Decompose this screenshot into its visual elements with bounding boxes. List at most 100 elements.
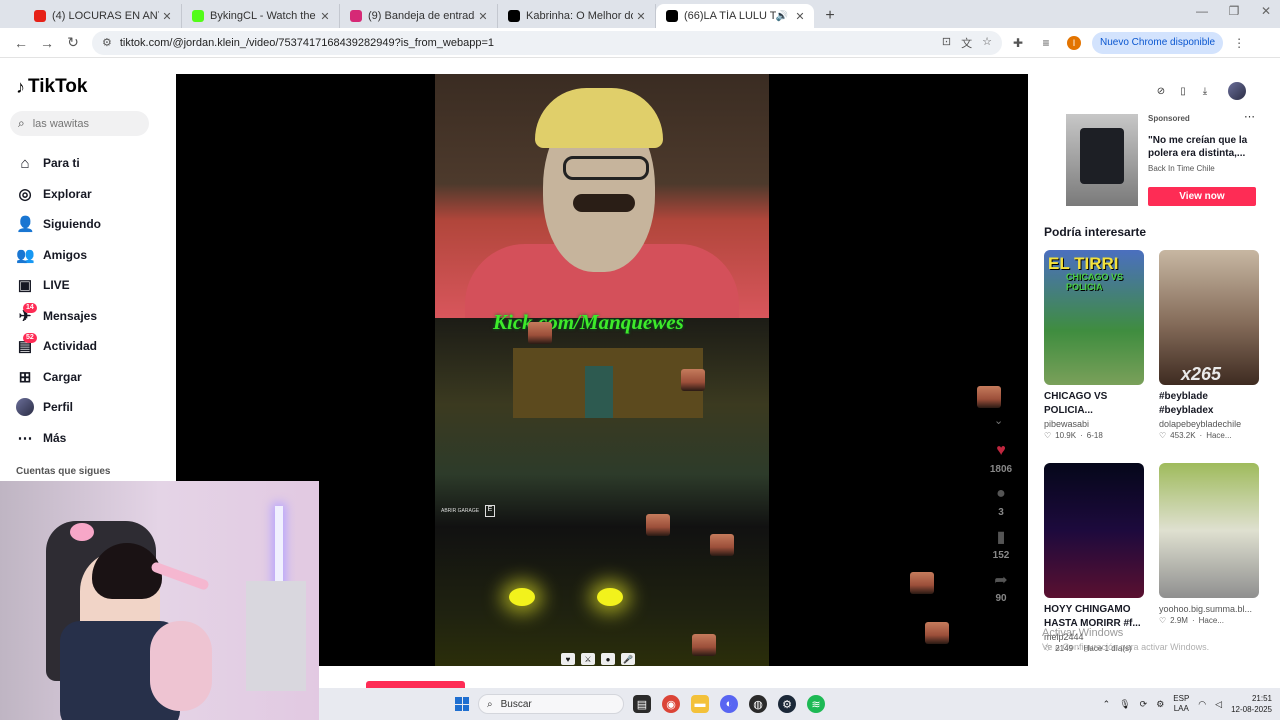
reload-icon[interactable]: ↻: [60, 30, 86, 56]
close-tab-icon[interactable]: ✕: [792, 8, 808, 24]
chrome-update-button[interactable]: Nuevo Chrome disponible: [1092, 31, 1224, 54]
browser-tab[interactable]: (9) Bandeja de entrada • Chats✕: [340, 4, 498, 28]
tab-title: (66)LA TÍA LULU TROLEAND: [684, 10, 776, 22]
obs-icon[interactable]: ◍: [749, 695, 767, 713]
recommended-video[interactable]: EL TIRRI CHICAGO VS POLICIA CHICAGO VS P…: [1044, 250, 1144, 440]
recommended-video[interactable]: x265 #beyblade #beybladex dolapebeyblade…: [1159, 250, 1259, 440]
sidebar-item-más[interactable]: ⋯ Más: [16, 423, 101, 454]
volume-icon[interactable]: ◁: [1215, 699, 1222, 710]
chevron-down-icon[interactable]: ⌄: [994, 414, 1003, 427]
video-thumbnail[interactable]: EL TIRRI CHICAGO VS POLICIA: [1044, 250, 1144, 385]
discord-icon[interactable]: ◐: [720, 695, 738, 713]
windows-start-icon[interactable]: [455, 697, 469, 711]
game-key-hint: E: [485, 505, 495, 517]
steam-icon[interactable]: ⚙: [778, 695, 796, 713]
settings-icon[interactable]: ⚙: [1156, 699, 1164, 710]
sidebar-item-actividad[interactable]: ▤ 52 Actividad: [16, 331, 101, 362]
sponsored-ad[interactable]: Sponsored ⋯ "No me creían que la polera …: [1044, 110, 1258, 210]
sidebar-item-label: Explorar: [43, 186, 92, 201]
video-thumbnail[interactable]: [1044, 463, 1144, 598]
minimize-icon[interactable]: —: [1188, 4, 1216, 18]
tiktok-note-icon: ♪: [16, 76, 25, 97]
sidebar-item-explorar[interactable]: ◎ Explorar: [16, 179, 101, 210]
recommended-video[interactable]: yoohoo.big.summa.bl... ♡ 2.9M · Hace...: [1159, 463, 1259, 625]
user-avatar[interactable]: [1228, 82, 1246, 100]
sidebar-item-live[interactable]: ▣ LIVE: [16, 270, 101, 301]
speaker-icon[interactable]: 🔊: [776, 11, 788, 22]
heart-icon: ♡: [1159, 431, 1167, 440]
browser-tab[interactable]: (66)LA TÍA LULU TROLEAND🔊 ✕: [656, 4, 814, 28]
sidebar-item-label: Amigos: [43, 247, 88, 262]
close-tab-icon[interactable]: ✕: [159, 8, 175, 24]
sidebar-item-cargar[interactable]: ⊞ Cargar: [16, 362, 101, 393]
video-frame: ABRIR GARAGE E Kick.com/Manquewes ♥ ⚔ ● 🎤: [435, 74, 769, 666]
extensions-icon[interactable]: ✚: [1006, 31, 1030, 55]
profile-button[interactable]: I: [1062, 31, 1086, 55]
search-input[interactable]: [32, 117, 133, 130]
site-settings-icon[interactable]: ⚙: [102, 36, 112, 49]
ad-brand: Back In Time Chile: [1148, 164, 1215, 173]
close-tab-icon[interactable]: ✕: [633, 8, 649, 24]
download-icon[interactable]: ⤓: [1196, 83, 1214, 99]
post-date: 6-18: [1086, 431, 1103, 440]
chrome-icon[interactable]: ◉: [662, 695, 680, 713]
sidebar-item-perfil[interactable]: Perfil: [16, 392, 101, 423]
language-indicator[interactable]: ESP LAA: [1173, 694, 1189, 714]
coin-icon[interactable]: ⊘: [1152, 83, 1170, 99]
clock[interactable]: 21:51 12-08-2025: [1231, 693, 1272, 715]
sidebar-item-amigos[interactable]: 👥 Amigos: [16, 240, 101, 271]
video-thumbnail[interactable]: x265: [1159, 250, 1259, 385]
more-icon: ⋯: [17, 429, 33, 447]
install-app-icon[interactable]: ⊡: [942, 35, 951, 51]
video-author: dolapebeybladechile: [1159, 419, 1242, 429]
url-text: tiktok.com/@jordan.klein_/video/75374171…: [119, 36, 494, 49]
pink-button[interactable]: [366, 681, 465, 688]
emote: [646, 514, 670, 536]
close-tab-icon[interactable]: ✕: [475, 8, 491, 24]
sidebar-item-label: Perfil: [43, 400, 74, 415]
device-icon[interactable]: ▯: [1174, 83, 1192, 99]
tiktok-logo[interactable]: ♪ TikTok: [16, 76, 87, 98]
tiktok-icon: [666, 10, 678, 22]
sidebar-item-mensajes[interactable]: ✈ 14 Mensajes: [16, 301, 101, 332]
spotify-icon[interactable]: ≋: [807, 695, 825, 713]
refresh-sync-icon[interactable]: ⟳: [1140, 699, 1148, 710]
search-box[interactable]: ⌕: [10, 111, 149, 136]
close-window-icon[interactable]: ✕: [1252, 4, 1280, 18]
bookmark-star-icon[interactable]: ☆: [982, 35, 992, 51]
forward-icon[interactable]: →: [34, 30, 60, 56]
address-bar[interactable]: ⚙ tiktok.com/@jordan.klein_/video/753741…: [92, 30, 1002, 55]
video-title: CHICAGO VS POLICIA...: [1044, 391, 1108, 416]
chevron-up-icon[interactable]: ⌃: [1103, 699, 1111, 710]
translate-icon[interactable]: 文: [961, 35, 972, 51]
sidebar-item-siguiendo[interactable]: 👤 Siguiendo: [16, 209, 101, 240]
recommended-video[interactable]: HOYY CHINGAMO HASTA MORIRR #f... melp244…: [1044, 463, 1144, 653]
share-arrow-icon[interactable]: ➦: [990, 569, 1012, 591]
new-tab-button[interactable]: +: [818, 4, 842, 28]
view-count: 453.2K: [1170, 431, 1196, 440]
reading-list-icon[interactable]: ≡: [1034, 31, 1058, 55]
wifi-icon[interactable]: ◠: [1198, 699, 1206, 710]
browser-tab[interactable]: (4) LOCURAS EN ANTOFA 2✕: [24, 4, 182, 28]
ad-thumbnail[interactable]: [1066, 114, 1138, 206]
browser-tab[interactable]: BykingCL - Watch the VOD on✕: [182, 4, 340, 28]
tiktok-bottom-bar: [319, 666, 1280, 688]
mic-icon[interactable]: 🎙: [1119, 699, 1130, 710]
close-tab-icon[interactable]: ✕: [317, 8, 333, 24]
browser-tab[interactable]: Kabrinha: O Melhor do TikTok✕: [498, 4, 656, 28]
more-options-icon[interactable]: ⋯: [1244, 110, 1255, 123]
maximize-icon[interactable]: ❐: [1220, 4, 1248, 18]
taskbar-search[interactable]: ⌕ Buscar: [478, 694, 624, 714]
chrome-menu-icon[interactable]: ⋮: [1227, 31, 1251, 55]
view-now-button[interactable]: View now: [1148, 187, 1256, 206]
back-icon[interactable]: ←: [8, 30, 34, 56]
bookmark-icon[interactable]: ▮: [990, 526, 1012, 548]
task-view-icon[interactable]: ▤: [633, 695, 651, 713]
file-explorer-icon[interactable]: ▬: [691, 695, 709, 713]
sidebar-item-para-ti[interactable]: ⌂ Para ti: [16, 148, 101, 179]
comment-icon[interactable]: ●: [990, 483, 1012, 505]
video-thumbnail[interactable]: [1159, 463, 1259, 598]
sidebar-item-label: Cargar: [43, 369, 82, 384]
post-date: Hace...: [1206, 431, 1232, 440]
like-heart-icon[interactable]: ♥: [990, 440, 1012, 462]
